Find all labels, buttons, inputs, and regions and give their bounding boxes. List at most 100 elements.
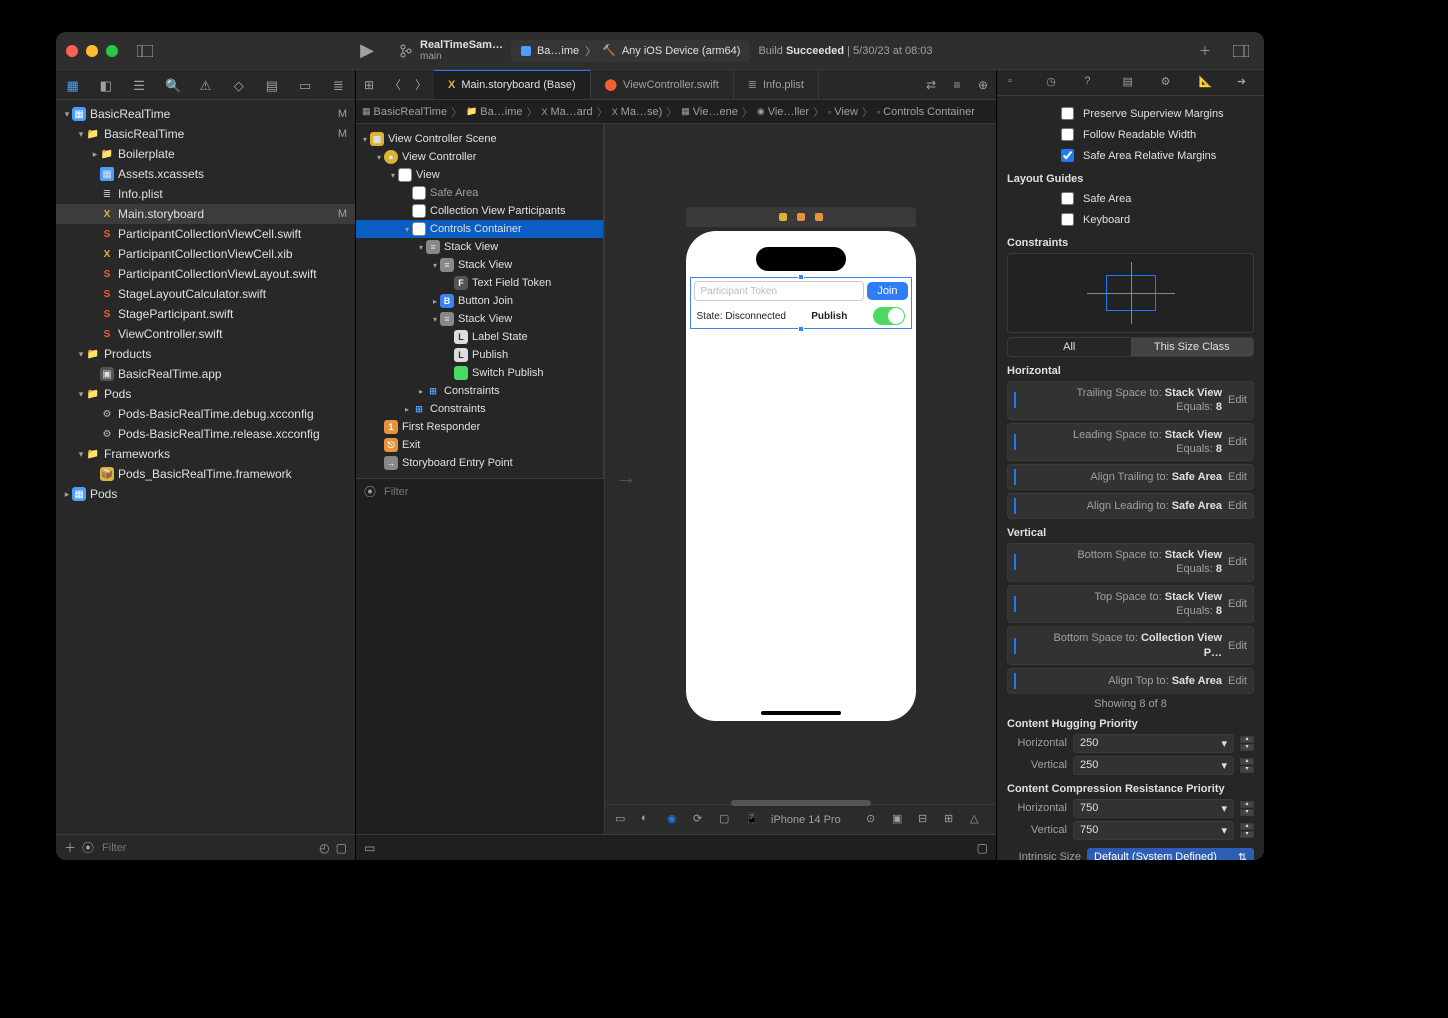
- clock-icon[interactable]: ◴: [319, 841, 329, 855]
- outline-item[interactable]: LPublish: [356, 346, 603, 364]
- symbol-navigator-tab[interactable]: ☰: [132, 78, 146, 92]
- toggle-navigator-icon[interactable]: [136, 42, 154, 60]
- jump-bar-segment[interactable]: XMa…ard: [541, 106, 592, 118]
- seg-this[interactable]: This Size Class: [1131, 338, 1254, 356]
- jump-bar[interactable]: ▦BasicRealTime〉📁Ba…ime〉XMa…ard〉XMa…se)〉▦…: [356, 100, 996, 124]
- join-button[interactable]: Join: [867, 282, 907, 300]
- nav-item[interactable]: 📦Pods_BasicRealTime.framework: [56, 464, 355, 484]
- related-items-button[interactable]: ⊞: [356, 70, 382, 99]
- token-textfield[interactable]: Participant Token: [694, 281, 865, 301]
- constraint-row[interactable]: Align Top to: Safe AreaEdit: [1007, 668, 1254, 694]
- outline-toggle-button[interactable]: ▭: [615, 812, 631, 828]
- toggle-inspector-icon[interactable]: [1232, 42, 1250, 60]
- history-inspector-tab[interactable]: ◷: [1046, 75, 1062, 91]
- nav-item[interactable]: ▾📁BasicRealTimeM: [56, 124, 355, 144]
- add-files-button[interactable]: ＋: [64, 839, 76, 856]
- outline-item[interactable]: FText Field Token: [356, 274, 603, 292]
- constraint-row[interactable]: Top Space to: Stack ViewEquals: 8Edit: [1007, 585, 1254, 624]
- canvas-scrollbar[interactable]: [731, 800, 871, 806]
- outline-item[interactable]: ⎋Exit: [356, 436, 603, 454]
- size-inspector-tab[interactable]: 📐: [1199, 75, 1215, 91]
- size-class-segment[interactable]: All This Size Class: [1007, 337, 1254, 357]
- edit-button[interactable]: Edit: [1228, 556, 1247, 568]
- jump-bar-segment[interactable]: ▫View: [828, 106, 858, 118]
- outline-item[interactable]: →Storyboard Entry Point: [356, 454, 603, 472]
- editor-tab[interactable]: XMain.storyboard (Base): [434, 70, 591, 99]
- outline-item[interactable]: ▸BButton Join: [356, 292, 603, 310]
- add-editor-button[interactable]: ⊕: [970, 70, 996, 99]
- device-config-button[interactable]: ▢: [719, 812, 735, 828]
- outline-item[interactable]: 1First Responder: [356, 418, 603, 436]
- jump-bar-segment[interactable]: ▦Vie…ene: [681, 106, 738, 118]
- recent-files-button[interactable]: ⇄: [918, 70, 944, 99]
- hugging-vertical-field[interactable]: 250▾: [1073, 756, 1234, 775]
- add-tab-button[interactable]: ＋: [1196, 42, 1214, 60]
- nav-item[interactable]: ▾📁Pods: [56, 384, 355, 404]
- edit-button[interactable]: Edit: [1228, 471, 1247, 483]
- resolve-button[interactable]: △: [970, 812, 986, 828]
- nav-item[interactable]: ▾▦BasicRealTimeM: [56, 104, 355, 124]
- preserve-margins-checkbox[interactable]: [1061, 107, 1074, 120]
- constraint-row[interactable]: Trailing Space to: Stack ViewEquals: 8Ed…: [1007, 381, 1254, 420]
- minimize-icon[interactable]: [86, 45, 98, 57]
- nav-item[interactable]: XMain.storyboardM: [56, 204, 355, 224]
- embed-button[interactable]: ▣: [892, 812, 908, 828]
- outline-item[interactable]: ▾View: [356, 166, 603, 184]
- help-inspector-tab[interactable]: ?: [1084, 75, 1100, 91]
- outline-item[interactable]: Collection View Participants: [356, 202, 603, 220]
- constraint-row[interactable]: Leading Space to: Stack ViewEquals: 8Edi…: [1007, 423, 1254, 462]
- hugging-horizontal-field[interactable]: 250▾: [1073, 734, 1234, 753]
- constraint-row[interactable]: Bottom Space to: Collection View P…Edit: [1007, 626, 1254, 665]
- edit-button[interactable]: Edit: [1228, 598, 1247, 610]
- safe-area-guide-checkbox[interactable]: [1061, 192, 1074, 205]
- outline-item[interactable]: Switch Publish: [356, 364, 603, 382]
- edit-button[interactable]: Edit: [1228, 675, 1247, 687]
- intrinsic-size-popup[interactable]: Default (System Defined)⇅: [1087, 848, 1254, 860]
- jump-bar-segment[interactable]: 📁Ba…ime: [466, 106, 522, 118]
- pin-button[interactable]: ⊞: [944, 812, 960, 828]
- editor-tab[interactable]: ⬤ViewController.swift: [591, 70, 734, 99]
- ib-canvas[interactable]: Participant Token Join State: Disconnect…: [605, 124, 996, 804]
- debug-navigator-tab[interactable]: ▤: [265, 78, 279, 92]
- nav-item[interactable]: SStageLayoutCalculator.swift: [56, 284, 355, 304]
- constraint-row[interactable]: Bottom Space to: Stack ViewEquals: 8Edit: [1007, 543, 1254, 582]
- find-navigator-tab[interactable]: 🔍: [165, 78, 179, 92]
- jump-bar-segment[interactable]: ▦BasicRealTime: [362, 106, 447, 118]
- constraint-row[interactable]: Align Leading to: Safe AreaEdit: [1007, 493, 1254, 519]
- jump-bar-segment[interactable]: ▫Controls Container: [877, 106, 975, 118]
- minimap-button[interactable]: ▢: [977, 841, 988, 855]
- nav-item[interactable]: SViewController.swift: [56, 324, 355, 344]
- test-navigator-tab[interactable]: ◇: [232, 78, 246, 92]
- outline-item[interactable]: ▸⊞Constraints: [356, 400, 603, 418]
- report-navigator-tab[interactable]: ≣: [331, 78, 345, 92]
- adjust-button[interactable]: ◐: [641, 812, 657, 828]
- document-outline[interactable]: ▾▦View Controller Scene▾●View Controller…: [356, 124, 604, 478]
- nav-item[interactable]: ▸▦Pods: [56, 484, 355, 504]
- keyboard-guide-checkbox[interactable]: [1061, 213, 1074, 226]
- scene-dock[interactable]: [686, 207, 916, 227]
- constraint-row[interactable]: Align Trailing to: Safe AreaEdit: [1007, 464, 1254, 490]
- nav-item[interactable]: ≣Info.plist: [56, 184, 355, 204]
- edit-button[interactable]: Edit: [1228, 436, 1247, 448]
- adjust-editor-button[interactable]: ≡: [944, 70, 970, 99]
- orientation-button[interactable]: ⟳: [693, 812, 709, 828]
- jump-bar-segment[interactable]: XMa…se): [612, 106, 663, 118]
- debug-toggle-button[interactable]: ▭: [364, 841, 375, 855]
- edit-button[interactable]: Edit: [1228, 394, 1247, 406]
- outline-item[interactable]: ▾≡Stack View: [356, 310, 603, 328]
- device-label[interactable]: iPhone 14 Pro: [771, 814, 841, 826]
- outline-item[interactable]: ▸⊞Constraints: [356, 382, 603, 400]
- seg-all[interactable]: All: [1008, 338, 1131, 356]
- align-button[interactable]: ⊟: [918, 812, 934, 828]
- source-control-navigator-tab[interactable]: ◧: [99, 78, 113, 92]
- issue-navigator-tab[interactable]: ⚠: [198, 78, 212, 92]
- outline-item[interactable]: LLabel State: [356, 328, 603, 346]
- safe-area-margins-checkbox[interactable]: [1061, 149, 1074, 162]
- nav-item[interactable]: ▣BasicRealTime.app: [56, 364, 355, 384]
- attributes-inspector-tab[interactable]: ⚙: [1161, 75, 1177, 91]
- scheme-selector[interactable]: Ba…ime 〉 🔨 Any iOS Device (arm64): [511, 40, 750, 62]
- outline-item[interactable]: ▾≡Stack View: [356, 256, 603, 274]
- outline-item[interactable]: ▾≡Stack View: [356, 238, 603, 256]
- outline-filter-input[interactable]: [382, 485, 596, 499]
- outline-item[interactable]: Safe Area: [356, 184, 603, 202]
